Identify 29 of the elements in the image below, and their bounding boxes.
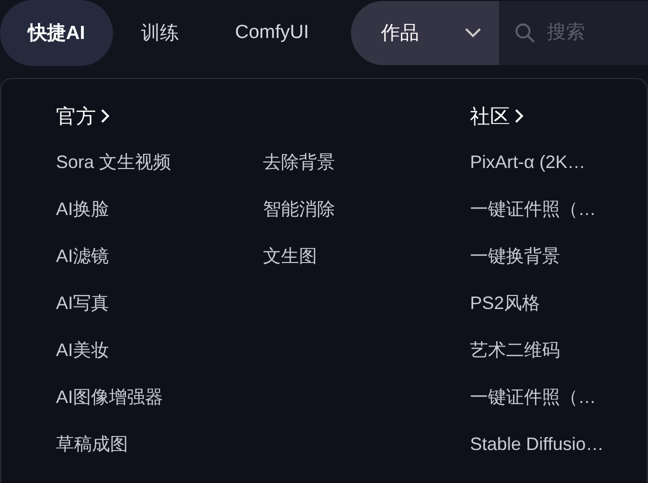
search-icon (514, 23, 535, 43)
nav-tab[interactable]: ComfyUI (207, 0, 337, 66)
menu-item[interactable]: 去除背景 (263, 147, 470, 177)
menu-item[interactable]: AI美妆 (56, 335, 263, 365)
menu-item[interactable]: Stable Diffusio… (470, 429, 648, 459)
menu-item[interactable]: 智能消除 (263, 194, 470, 224)
menu-item[interactable]: 文生图 (263, 241, 470, 271)
nav-tab[interactable]: 训练 (113, 0, 207, 66)
menu-item[interactable]: AI换脸 (56, 194, 263, 224)
menu-item[interactable]: 艺术二维码 (470, 335, 648, 365)
menu-item[interactable]: AI写真 (56, 288, 263, 318)
menu-item[interactable]: 一键证件照（… (470, 194, 648, 224)
section-link[interactable]: 官方 (56, 101, 470, 131)
menu-item[interactable]: AI图像增强器 (56, 382, 263, 412)
menu-item[interactable]: PixArt-α (2K… (470, 147, 648, 177)
menu-item[interactable]: 草稿成图 (56, 429, 263, 459)
works-dropdown[interactable]: 作品 (350, 1, 499, 65)
chevron-right-icon (100, 108, 110, 124)
menu-item[interactable]: Sora 文生视频 (56, 147, 263, 177)
search-field[interactable]: 搜索 (544, 21, 648, 45)
menu-item[interactable]: 一键换背景 (470, 241, 648, 271)
chevron-right-icon (514, 108, 524, 124)
nav-tab[interactable]: 快捷AI (0, 0, 113, 66)
menu-item[interactable]: 一键证件照（… (470, 382, 648, 412)
search-box[interactable]: 搜索 (498, 1, 648, 65)
chevron-down-icon (464, 28, 481, 38)
menu-item[interactable]: PS2风格 (470, 288, 648, 318)
section-link[interactable]: 社区 (470, 101, 648, 131)
menu-item[interactable]: AI滤镜 (56, 241, 263, 271)
